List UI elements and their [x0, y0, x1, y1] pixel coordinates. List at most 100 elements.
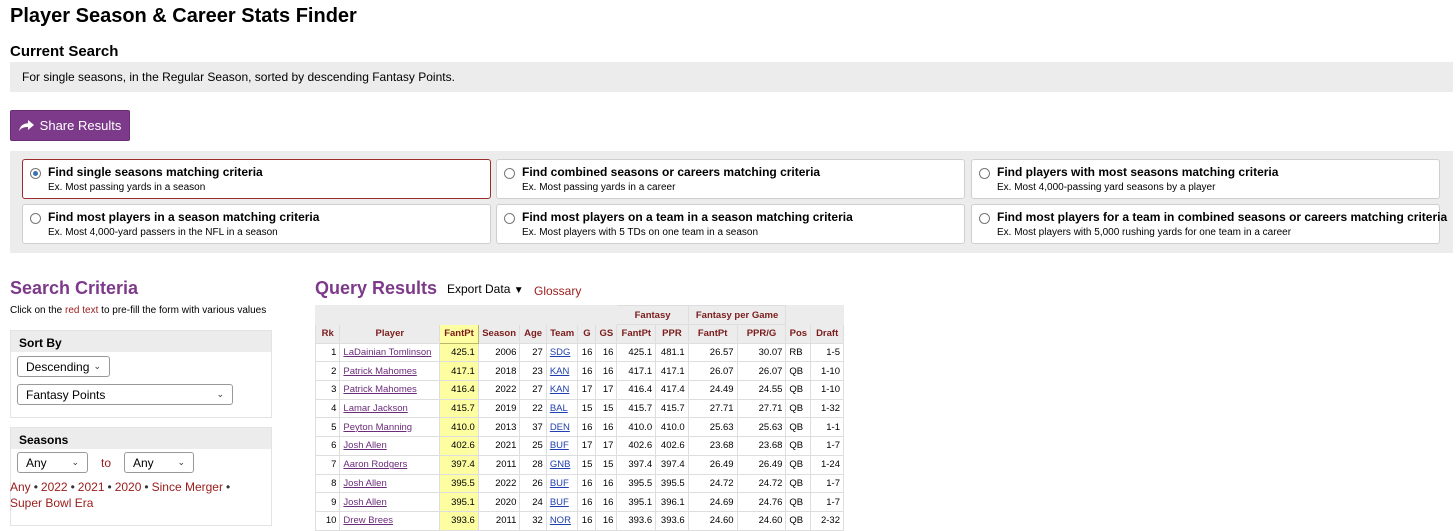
- cell-player: Josh Allen: [339, 473, 441, 494]
- cell-position: QB: [785, 454, 812, 475]
- sort-field-select[interactable]: Fantasy Points ⌄: [17, 384, 233, 405]
- cell-age: 26: [519, 473, 547, 494]
- over-header-blank: [314, 305, 618, 325]
- option-single-seasons[interactable]: Find single seasons matching criteria Ex…: [22, 159, 491, 199]
- column-header-per-game-ppr[interactable]: PPR/G: [736, 324, 787, 344]
- cell-draft: 1-1: [810, 417, 844, 438]
- team-link[interactable]: BAL: [550, 403, 568, 414]
- team-link[interactable]: SDG: [550, 347, 571, 358]
- export-data-menu[interactable]: Export Data ▼: [447, 282, 524, 296]
- team-link[interactable]: BUF: [550, 440, 569, 451]
- cell-player: Josh Allen: [339, 436, 441, 456]
- team-link[interactable]: NOR: [550, 515, 571, 526]
- cell-fantpt-sort: 425.1: [439, 342, 479, 363]
- cell-fantpt-sort: 416.4: [439, 380, 479, 400]
- team-link[interactable]: KAN: [550, 384, 570, 395]
- team-link[interactable]: KAN: [550, 366, 570, 377]
- player-link[interactable]: Patrick Mahomes: [343, 366, 416, 377]
- column-header-position[interactable]: Pos: [785, 324, 812, 344]
- cell-games-started: 17: [595, 436, 618, 456]
- sort-by-box: Sort By Descending ⌄ Fantasy Points ⌄: [10, 330, 272, 418]
- share-results-button[interactable]: Share Results: [10, 110, 130, 141]
- cell-season: 2011: [477, 510, 521, 531]
- separator-dot: •: [70, 480, 75, 494]
- player-link[interactable]: Josh Allen: [343, 440, 386, 451]
- cell-rank: 10: [314, 510, 341, 531]
- radio-button[interactable]: [979, 213, 990, 224]
- column-header-games[interactable]: G: [577, 324, 597, 344]
- column-header-games-started[interactable]: GS: [595, 324, 618, 344]
- cell-rank: 3: [314, 380, 341, 400]
- player-link[interactable]: Drew Brees: [343, 515, 393, 526]
- glossary-link[interactable]: Glossary: [534, 284, 581, 298]
- column-header-season[interactable]: Season: [477, 324, 521, 344]
- sort-by-label: Sort By: [11, 331, 271, 352]
- cell-fantasy-ppr: 417.1: [655, 361, 689, 382]
- player-link[interactable]: Lamar Jackson: [343, 403, 407, 414]
- team-link[interactable]: BUF: [550, 497, 569, 508]
- over-header-blank: [785, 305, 844, 325]
- season-from-select[interactable]: Any ⌄: [17, 452, 88, 473]
- radio-button[interactable]: [504, 168, 515, 179]
- option-title: Find most players on a team in a season …: [522, 210, 853, 224]
- cell-season: 2019: [477, 398, 521, 419]
- player-link[interactable]: Josh Allen: [343, 478, 386, 489]
- quick-link-2021[interactable]: 2021: [78, 480, 105, 494]
- column-header-player[interactable]: Player: [339, 324, 441, 344]
- cell-fantpt-sort: 395.5: [439, 473, 479, 494]
- cell-games-started: 17: [595, 380, 618, 400]
- option-example: Ex. Most 4,000-passing yard seasons by a…: [997, 182, 1216, 193]
- column-header-per-game-fantpt[interactable]: FantPt: [687, 324, 738, 344]
- cell-fantasy-fantpt: 402.6: [616, 436, 657, 456]
- radio-button[interactable]: [30, 168, 41, 179]
- quick-link-super-bowl-era[interactable]: Super Bowl Era: [10, 496, 93, 510]
- cell-fantpt-sort: 393.6: [439, 510, 479, 531]
- cell-draft: 1-7: [810, 436, 844, 456]
- radio-button[interactable]: [30, 213, 41, 224]
- team-link[interactable]: BUF: [550, 478, 569, 489]
- team-link[interactable]: DEN: [550, 422, 570, 433]
- option-combined-seasons[interactable]: Find combined seasons or careers matchin…: [496, 159, 965, 199]
- radio-button[interactable]: [979, 168, 990, 179]
- cell-age: 22: [519, 398, 547, 419]
- cell-rank: 4: [314, 398, 341, 419]
- option-title: Find most players for a team in combined…: [997, 210, 1448, 224]
- team-link[interactable]: GNB: [550, 459, 571, 470]
- table-row: 2 Patrick Mahomes 417.1 2018 23 KAN 16 16 417.1 4…: [314, 361, 844, 382]
- quick-link-2020[interactable]: 2020: [115, 480, 142, 494]
- player-link[interactable]: Aaron Rodgers: [343, 459, 407, 470]
- chevron-down-icon: ⌄: [177, 457, 185, 467]
- player-link[interactable]: Peyton Manning: [343, 422, 412, 433]
- column-header-team[interactable]: Team: [545, 324, 579, 344]
- table-row: 9 Josh Allen 395.1 2020 24 BUF 16 16 395.1 396.1 2…: [314, 492, 844, 512]
- cell-games: 17: [577, 436, 597, 456]
- cell-fantpt-sort: 415.7: [439, 398, 479, 419]
- cell-fantasy-ppr: 410.0: [655, 417, 689, 438]
- option-most-players-team-season[interactable]: Find most players on a team in a season …: [496, 204, 965, 244]
- quick-link-2022[interactable]: 2022: [41, 480, 68, 494]
- option-most-players-season[interactable]: Find most players in a season matching c…: [22, 204, 491, 244]
- hint-text: to pre-fill the form with various values: [98, 305, 267, 316]
- cell-age: 28: [519, 454, 547, 475]
- option-most-players-team-career[interactable]: Find most players for a team in combined…: [971, 204, 1448, 244]
- search-criteria-title: Search Criteria: [10, 278, 139, 298]
- season-to-select[interactable]: Any ⌄: [124, 452, 194, 473]
- sort-order-select[interactable]: Descending ⌄: [17, 356, 110, 377]
- quick-link-any[interactable]: Any: [10, 480, 31, 494]
- column-header-rank[interactable]: Rk: [314, 324, 341, 344]
- column-header-fantasy-ppr[interactable]: PPR: [655, 324, 689, 344]
- cell-player: Patrick Mahomes: [339, 361, 441, 382]
- cell-team: DEN: [545, 417, 579, 438]
- player-link[interactable]: Patrick Mahomes: [343, 384, 416, 395]
- season-to-value: Any: [133, 455, 154, 470]
- quick-link-since-merger[interactable]: Since Merger: [152, 480, 223, 494]
- column-header-age[interactable]: Age: [519, 324, 547, 344]
- player-link[interactable]: Josh Allen: [343, 497, 386, 508]
- cell-fantasy-ppr: 393.6: [655, 510, 689, 531]
- column-header-draft[interactable]: Draft: [810, 324, 844, 344]
- column-header-fantpt-sort[interactable]: FantPt: [439, 324, 479, 344]
- column-header-fantasy-fantpt[interactable]: FantPt: [616, 324, 657, 344]
- radio-button[interactable]: [504, 213, 515, 224]
- player-link[interactable]: LaDainian Tomlinson: [343, 347, 431, 358]
- option-most-seasons[interactable]: Find players with most seasons matching …: [971, 159, 1440, 199]
